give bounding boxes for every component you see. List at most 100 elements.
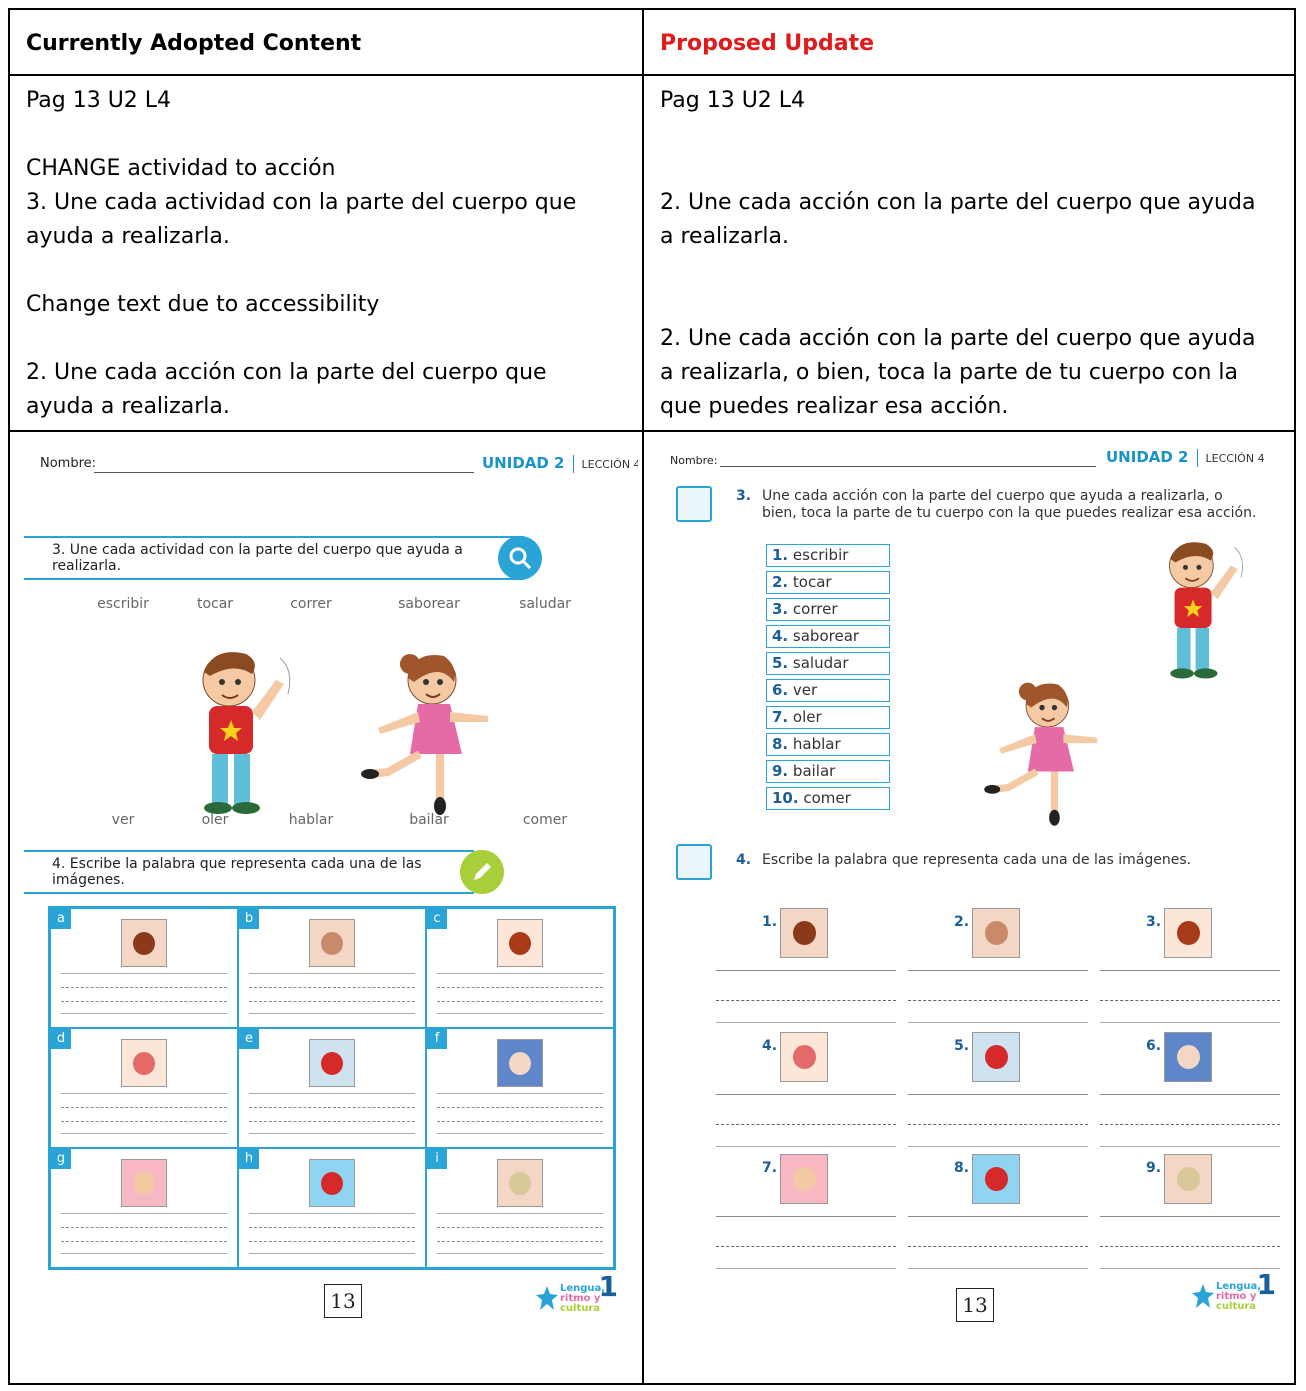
item-number: 4.	[762, 1038, 778, 1054]
activity-3-banner: 3. Une cada actividad con la parte del c…	[24, 536, 524, 580]
cell-letter: g	[51, 1149, 71, 1169]
grade-number: 1	[598, 1270, 618, 1303]
ear-picture	[1164, 908, 1212, 958]
ear-sound-picture	[497, 1039, 543, 1087]
lesson-label: LECCIÓN 4	[581, 458, 639, 471]
writing-line	[437, 1001, 603, 1002]
writing-line	[908, 1094, 1088, 1095]
unit-lesson-header: UNIDAD 2 LECCIÓN 4	[482, 454, 638, 473]
writing-line	[437, 987, 603, 988]
lesson-label: LECCIÓN 4	[1205, 452, 1265, 465]
activity-4-instruction: 4. Escribe la palabra que representa cad…	[52, 856, 422, 888]
writing-line	[908, 1216, 1088, 1217]
publisher-logo: Lengua, ritmo y cultura 1	[1192, 1271, 1276, 1312]
ice-cream-picture	[497, 1159, 543, 1207]
writing-line	[716, 1094, 896, 1095]
writing-line	[249, 1133, 415, 1134]
cell-letter: b	[239, 909, 259, 929]
unit-label: UNIDAD 2	[482, 454, 565, 472]
name-label: Nombre:	[670, 454, 718, 467]
action-item-tocar: 2. tocar	[766, 571, 890, 594]
writing-line	[61, 1001, 227, 1002]
writing-line	[908, 1246, 1088, 1247]
writing-line	[61, 1241, 227, 1242]
grid-cell-g: g	[50, 1148, 238, 1268]
writing-line	[1100, 970, 1280, 971]
grid-cell-i: i	[426, 1148, 614, 1268]
action-item-hablar: 8. hablar	[766, 733, 890, 756]
writing-line	[908, 1000, 1088, 1001]
original-instruction: 3. Une cada actividad con la parte del c…	[26, 190, 577, 249]
name-label: Nombre:	[40, 456, 97, 471]
writing-line	[437, 1253, 603, 1254]
writing-line	[437, 1213, 603, 1214]
header-divider	[10, 74, 1294, 76]
writing-line	[61, 1253, 227, 1254]
updated-instruction: 2. Une cada acción con la parte del cuer…	[660, 190, 1256, 249]
nose-picture	[309, 919, 355, 967]
word-ver: ver	[111, 812, 135, 828]
writing-line	[716, 1146, 896, 1147]
writing-line	[716, 1268, 896, 1269]
action-item-comer: 10. comer	[766, 787, 890, 810]
action-item-ver: 6. ver	[766, 679, 890, 702]
writing-line	[908, 1022, 1088, 1023]
ear-sound-picture	[1164, 1032, 1212, 1082]
word-saludar: saludar	[519, 596, 571, 612]
accessible-instruction: 2. Une cada acción con la parte del cuer…	[660, 326, 1256, 419]
writing-line	[908, 1268, 1088, 1269]
page-number: 13	[956, 1288, 994, 1322]
lips-tongue-picture	[309, 1039, 355, 1087]
item-number: 5.	[954, 1038, 970, 1054]
grid-cell-h: h	[238, 1148, 426, 1268]
header-current: Currently Adopted Content	[26, 31, 362, 56]
hand-picture	[121, 1159, 167, 1207]
cell-letter: c	[427, 909, 447, 929]
cat-paint-picture	[972, 1154, 1020, 1204]
lips-tongue-picture	[972, 1032, 1020, 1082]
writing-line	[249, 1213, 415, 1214]
writing-line	[1100, 1000, 1280, 1001]
grid-cell-f: f	[426, 1028, 614, 1148]
cell-letter: h	[239, 1149, 259, 1169]
header-proposed: Proposed Update	[660, 31, 875, 56]
word-tocar: tocar	[196, 596, 234, 612]
writing-line	[908, 1124, 1088, 1125]
writing-line	[1100, 1094, 1280, 1095]
unit-lesson-header: UNIDAD 2 LECCIÓN 4	[1106, 448, 1265, 467]
writing-line	[437, 1227, 603, 1228]
word-comer: comer	[522, 812, 568, 828]
grid-cell-d: d	[50, 1028, 238, 1148]
writing-line	[437, 1241, 603, 1242]
activity-4-number: 4.	[736, 852, 752, 868]
connect-dots-icon	[676, 486, 712, 522]
writing-line	[716, 1000, 896, 1001]
writing-line	[61, 973, 227, 974]
writing-line	[437, 1121, 603, 1122]
writing-line	[249, 1107, 415, 1108]
writing-line	[1100, 1124, 1280, 1125]
grid-cell-b: b	[238, 908, 426, 1028]
current-workbook-page: Nombre: UNIDAD 2 LECCIÓN 4 3. Une cada ac…	[12, 432, 638, 1382]
hand-picture	[780, 1154, 828, 1204]
item-number: 6.	[1146, 1038, 1162, 1054]
word-saborear: saborear	[398, 596, 460, 612]
writing-line	[437, 1013, 603, 1014]
girl-dancing-illustration	[984, 682, 1098, 826]
writing-line	[249, 987, 415, 988]
grid-cell-a: a	[50, 908, 238, 1028]
writing-line	[249, 1001, 415, 1002]
item-number: 1.	[762, 914, 778, 930]
page-reference: Pag 13 U2 L4	[660, 88, 806, 113]
cell-letter: f	[427, 1029, 447, 1049]
logo-line-3: cultura	[1216, 1301, 1257, 1312]
action-item-correr: 3. correr	[766, 598, 890, 621]
writing-line	[61, 987, 227, 988]
action-item-saborear: 4. saborear	[766, 625, 890, 648]
writing-icon	[676, 844, 712, 880]
change-label: CHANGE actividad to acción	[26, 156, 336, 181]
word-oler: oler	[201, 812, 229, 828]
writing-line	[437, 1093, 603, 1094]
item-number: 9.	[1146, 1160, 1162, 1176]
writing-line	[1100, 1216, 1280, 1217]
